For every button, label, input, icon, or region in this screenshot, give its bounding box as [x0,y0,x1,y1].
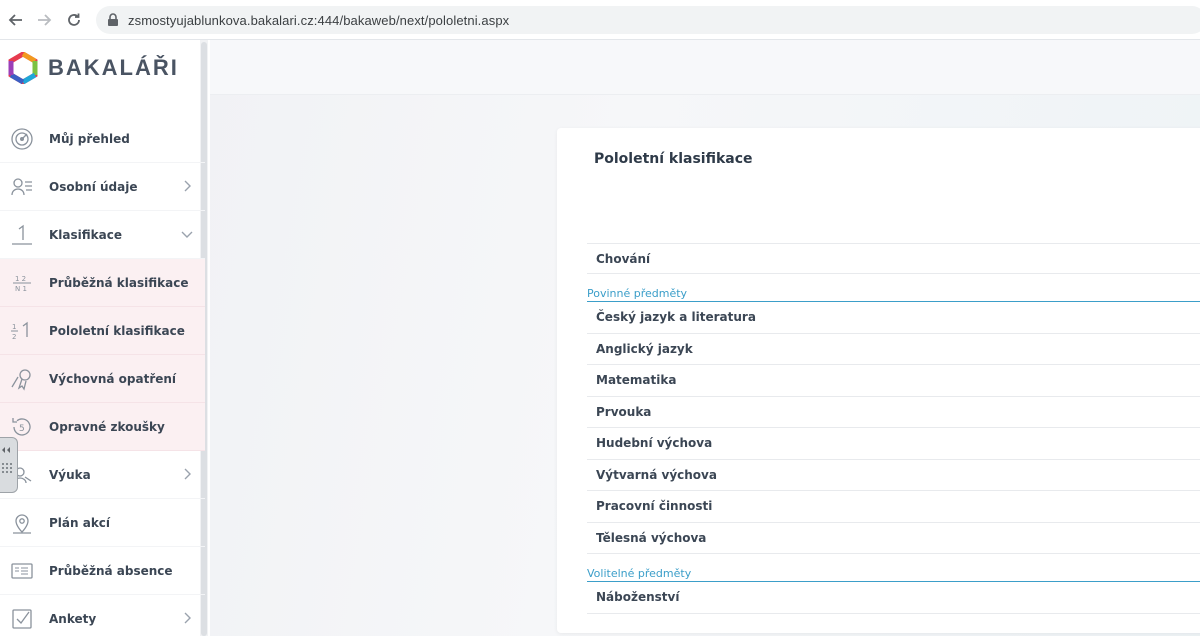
sidebar-item-label: Výuka [49,467,91,482]
arrow-right-icon [38,14,52,26]
url-text: zsmostyujablunkova.bakalari.cz:444/bakaw… [128,12,510,28]
subject-row[interactable]: Pracovní činnosti [587,491,1200,523]
sidebar-item-osobni-udaje[interactable]: Osobní údaje [0,163,205,211]
subject-row[interactable]: Prvouka [587,397,1200,428]
grade-one-icon [10,223,34,247]
sidebar-item-ankety[interactable]: Ankety [0,595,205,636]
sidebar-item-pololetni-klasifikace[interactable]: 12 Pololetní klasifikace [0,307,205,355]
chevron-right-icon [184,180,191,192]
sidebar-item-klasifikace[interactable]: Klasifikace [0,211,205,259]
floating-toolbar-handle[interactable] [0,437,18,493]
svg-text:5: 5 [19,424,25,434]
svg-text:N 1: N 1 [15,285,27,293]
svg-text:2: 2 [12,333,16,341]
sidebar-item-label: Pololetní klasifikace [49,323,185,338]
reload-button[interactable] [62,8,86,32]
lock-icon [104,11,122,29]
address-bar[interactable]: zsmostyujablunkova.bakalari.cz:444/bakaw… [96,6,1200,34]
subject-row[interactable]: Výtvarná výchova [587,460,1200,491]
person-card-icon [10,175,34,199]
svg-text:1 2: 1 2 [15,275,26,283]
sidebar-item-plan-akci[interactable]: Plán akcí [0,499,205,547]
sidebar-menu: Můj přehled Osobní údaje Klasifikace 1 2… [0,115,205,636]
subject-list: Chování Povinné předměty Český jazyk a l… [587,243,1200,614]
sidebar-item-label: Opravné zkoušky [49,419,165,434]
subject-row[interactable]: Anglický jazyk [587,334,1200,365]
subject-row-chovani[interactable]: Chování [587,243,1200,274]
forward-button[interactable] [32,8,56,32]
browser-toolbar: zsmostyujablunkova.bakalari.cz:444/bakaw… [0,0,1200,40]
map-pin-icon [10,511,34,535]
sidebar-item-label: Plán akcí [49,515,111,530]
absence-card-icon [10,559,34,583]
sidebar-item-vychovna-opatreni[interactable]: Výchovná opatření [0,355,205,403]
sidebar-item-label: Klasifikace [49,227,122,242]
sidebar-item-label: Průběžná absence [49,563,173,578]
top-bar [210,40,1200,95]
sidebar-item-label: Osobní údaje [49,179,138,194]
drag-handle-icon [2,447,12,473]
subject-row[interactable]: Náboženství [587,582,1200,614]
group-header-volitelne: Volitelné předměty [587,554,1200,582]
certificate-icon [10,367,34,391]
bakalari-logo-icon [8,52,38,84]
group-header-povinne: Povinné předměty [587,274,1200,302]
svg-text:1: 1 [12,323,16,331]
subject-row[interactable]: Tělesná výchova [587,523,1200,554]
chevron-down-icon [181,231,193,238]
subject-row[interactable]: Hudební výchova [587,428,1200,460]
chevron-right-icon [184,612,191,624]
sidebar-item-opravne-zkousky[interactable]: 5 Opravné zkoušky [0,403,205,451]
half-grade-icon: 12 [10,319,34,343]
grades-card: Pololetní klasifikace Chování Povinné př… [557,128,1200,633]
sidebar-item-prubezna-klasifikace[interactable]: 1 2N 1 Průběžná klasifikace [0,259,205,307]
sidebar-item-label: Výchovná opatření [49,371,177,386]
page-title: Pololetní klasifikace [594,151,753,167]
checkbox-icon [10,607,34,631]
subject-row[interactable]: Český jazyk a literatura [587,302,1200,334]
retry-five-icon: 5 [10,415,34,439]
sidebar-item-label: Můj přehled [49,131,130,146]
grades-grid-icon: 1 2N 1 [10,271,34,295]
logo-text: BAKALÁŘI [48,55,179,80]
dashboard-icon [10,127,34,151]
arrow-left-icon [8,14,22,26]
sidebar-item-label: Ankety [49,611,97,626]
subject-row[interactable]: Matematika [587,365,1200,397]
chevron-right-icon [184,468,191,480]
reload-icon [68,13,80,26]
sidebar-item-vyuka[interactable]: Výuka [0,451,205,499]
sidebar-item-muj-prehled[interactable]: Můj přehled [0,115,205,163]
sidebar-item-prubezna-absence[interactable]: Průběžná absence [0,547,205,595]
back-button[interactable] [4,8,28,32]
sidebar-item-label: Průběžná klasifikace [49,275,189,290]
app-logo[interactable]: BAKALÁŘI [8,52,179,84]
